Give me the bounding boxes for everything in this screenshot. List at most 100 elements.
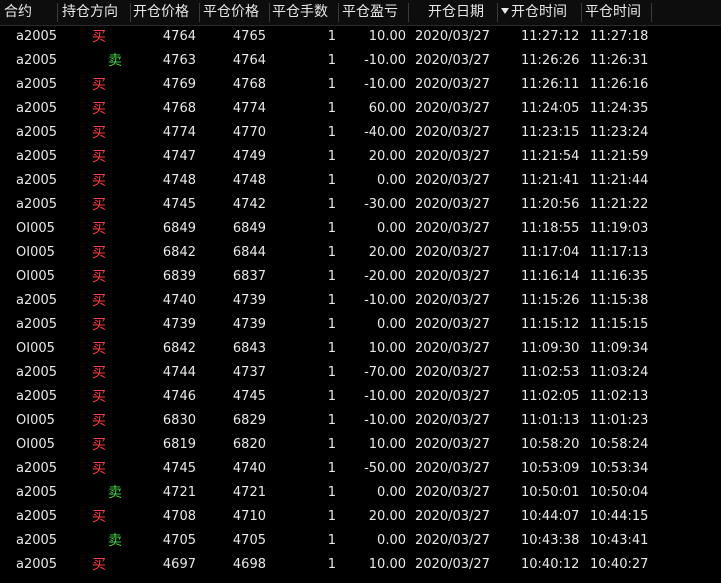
cell-open-date: 2020/03/27 — [415, 533, 490, 548]
table-row[interactable]: a2005 买 4748 4748 1 0.00 2020/03/27 11:2… — [0, 169, 721, 193]
column-resize-handle[interactable] — [581, 3, 582, 22]
table-row[interactable]: OI005 买 6849 6849 1 0.00 2020/03/27 11:1… — [0, 217, 721, 241]
cell-open-date: 2020/03/27 — [415, 173, 490, 188]
table-row[interactable]: OI005 买 6842 6844 1 20.00 2020/03/27 11:… — [0, 241, 721, 265]
cell-close-pnl: 0.00 — [377, 221, 406, 236]
cell-open-price: 4708 — [162, 509, 196, 524]
cell-open-date: 2020/03/27 — [415, 221, 490, 236]
cell-close-price: 4774 — [232, 101, 266, 116]
header-open-date[interactable]: 开仓日期 — [428, 0, 496, 25]
cell-direction: 买 — [92, 413, 106, 429]
cell-contract: a2005 — [16, 461, 58, 476]
cell-open-time: 11:02:53 — [521, 365, 580, 380]
table-row[interactable]: a2005 卖 4705 4705 1 0.00 2020/03/27 10:4… — [0, 529, 721, 553]
table-row[interactable]: OI005 买 6819 6820 1 10.00 2020/03/27 10:… — [0, 433, 721, 457]
cell-open-date: 2020/03/27 — [415, 365, 490, 380]
header-close-time[interactable]: 平仓时间 — [585, 0, 653, 25]
column-resize-handle[interactable] — [130, 3, 131, 22]
table-row[interactable]: a2005 买 4708 4710 1 20.00 2020/03/27 10:… — [0, 505, 721, 529]
cell-open-time: 11:09:30 — [521, 341, 580, 356]
column-resize-handle[interactable] — [408, 3, 409, 22]
table-row[interactable]: a2005 买 4774 4770 1 -40.00 2020/03/27 11… — [0, 121, 721, 145]
cell-close-price: 4764 — [232, 53, 266, 68]
cell-open-date: 2020/03/27 — [415, 197, 490, 212]
cell-contract: OI005 — [16, 413, 55, 428]
table-row[interactable]: a2005 卖 4721 4721 1 0.00 2020/03/27 10:5… — [0, 481, 721, 505]
header-open-price[interactable]: 开仓价格 — [133, 0, 199, 25]
table-row[interactable]: a2005 买 4746 4745 1 -10.00 2020/03/27 11… — [0, 385, 721, 409]
header-direction[interactable]: 持仓方向 — [62, 0, 130, 25]
table-row[interactable]: a2005 买 4744 4737 1 -70.00 2020/03/27 11… — [0, 361, 721, 385]
cell-open-date: 2020/03/27 — [415, 101, 490, 116]
cell-close-pnl: -20.00 — [364, 269, 406, 284]
table-row[interactable]: a2005 买 4697 4698 1 10.00 2020/03/27 10:… — [0, 553, 721, 577]
cell-open-price: 4744 — [162, 365, 196, 380]
cell-open-price: 4745 — [162, 197, 196, 212]
column-resize-handle[interactable] — [269, 3, 270, 22]
table-row[interactable]: a2005 买 4764 4765 1 10.00 2020/03/27 11:… — [0, 25, 721, 49]
cell-direction: 买 — [92, 509, 106, 525]
column-resize-handle[interactable] — [497, 3, 498, 22]
cell-close-price: 6844 — [232, 245, 266, 260]
header-close-lots[interactable]: 平仓手数 — [272, 0, 338, 25]
cell-close-time: 11:15:15 — [590, 317, 649, 332]
cell-close-pnl: -40.00 — [364, 125, 406, 140]
cell-close-price: 4737 — [232, 365, 266, 380]
cell-close-pnl: 10.00 — [368, 437, 406, 452]
cell-close-time: 11:19:03 — [590, 221, 649, 236]
cell-close-pnl: 0.00 — [377, 317, 406, 332]
column-resize-handle[interactable] — [199, 3, 200, 22]
header-close-price[interactable]: 平仓价格 — [203, 0, 269, 25]
cell-direction: 卖 — [108, 533, 122, 549]
cell-direction: 买 — [92, 461, 106, 477]
cell-direction: 买 — [92, 437, 106, 453]
header-close-pnl[interactable]: 平仓盈亏 — [342, 0, 408, 25]
cell-close-time: 11:26:31 — [590, 53, 649, 68]
table-row[interactable]: a2005 买 4768 4774 1 60.00 2020/03/27 11:… — [0, 97, 721, 121]
cell-contract: a2005 — [16, 389, 58, 404]
header-open-time[interactable]: 开仓时间 — [501, 0, 581, 25]
cell-close-pnl: 0.00 — [377, 485, 406, 500]
cell-contract: a2005 — [16, 29, 58, 44]
table-row[interactable]: OI005 买 6830 6829 1 -10.00 2020/03/27 11… — [0, 409, 721, 433]
column-resize-handle[interactable] — [57, 3, 58, 22]
table-row[interactable]: a2005 买 4745 4742 1 -30.00 2020/03/27 11… — [0, 193, 721, 217]
cell-close-price: 6849 — [232, 221, 266, 236]
cell-close-pnl: 0.00 — [377, 173, 406, 188]
table-row[interactable]: a2005 卖 4763 4764 1 -10.00 2020/03/27 11… — [0, 49, 721, 73]
cell-close-price: 6837 — [232, 269, 266, 284]
cell-open-price: 4721 — [162, 485, 196, 500]
cell-close-lots: 1 — [327, 173, 336, 188]
cell-open-price: 4697 — [162, 557, 196, 572]
cell-close-pnl: 20.00 — [368, 509, 406, 524]
table-row[interactable]: a2005 买 4747 4749 1 20.00 2020/03/27 11:… — [0, 145, 721, 169]
cell-close-time: 10:44:15 — [590, 509, 649, 524]
header-contract[interactable]: 合约 — [4, 0, 56, 25]
cell-close-pnl: -10.00 — [364, 413, 406, 428]
cell-close-price: 4749 — [232, 149, 266, 164]
table-row[interactable]: a2005 买 4745 4740 1 -50.00 2020/03/27 10… — [0, 457, 721, 481]
cell-direction: 买 — [92, 173, 106, 189]
cell-open-time: 10:43:38 — [521, 533, 580, 548]
table-row[interactable]: a2005 买 4740 4739 1 -10.00 2020/03/27 11… — [0, 289, 721, 313]
cell-close-time: 10:50:04 — [590, 485, 649, 500]
cell-contract: a2005 — [16, 533, 58, 548]
table-row[interactable]: OI005 买 6839 6837 1 -20.00 2020/03/27 11… — [0, 265, 721, 289]
cell-contract: a2005 — [16, 485, 58, 500]
column-resize-handle[interactable] — [338, 3, 339, 22]
cell-open-date: 2020/03/27 — [415, 317, 490, 332]
cell-open-date: 2020/03/27 — [415, 293, 490, 308]
column-resize-handle[interactable] — [651, 3, 652, 22]
cell-close-lots: 1 — [327, 413, 336, 428]
cell-close-pnl: 10.00 — [368, 341, 406, 356]
cell-close-lots: 1 — [327, 149, 336, 164]
table-row[interactable]: OI005 买 6842 6843 1 10.00 2020/03/27 11:… — [0, 337, 721, 361]
cell-close-pnl: -10.00 — [364, 77, 406, 92]
cell-close-time: 11:17:13 — [590, 245, 649, 260]
cell-open-price: 4774 — [162, 125, 196, 140]
cell-open-time: 11:01:13 — [521, 413, 580, 428]
table-row[interactable]: a2005 买 4739 4739 1 0.00 2020/03/27 11:1… — [0, 313, 721, 337]
cell-direction: 买 — [92, 269, 106, 285]
table-row[interactable]: a2005 买 4769 4768 1 -10.00 2020/03/27 11… — [0, 73, 721, 97]
cell-open-price: 4748 — [162, 173, 196, 188]
